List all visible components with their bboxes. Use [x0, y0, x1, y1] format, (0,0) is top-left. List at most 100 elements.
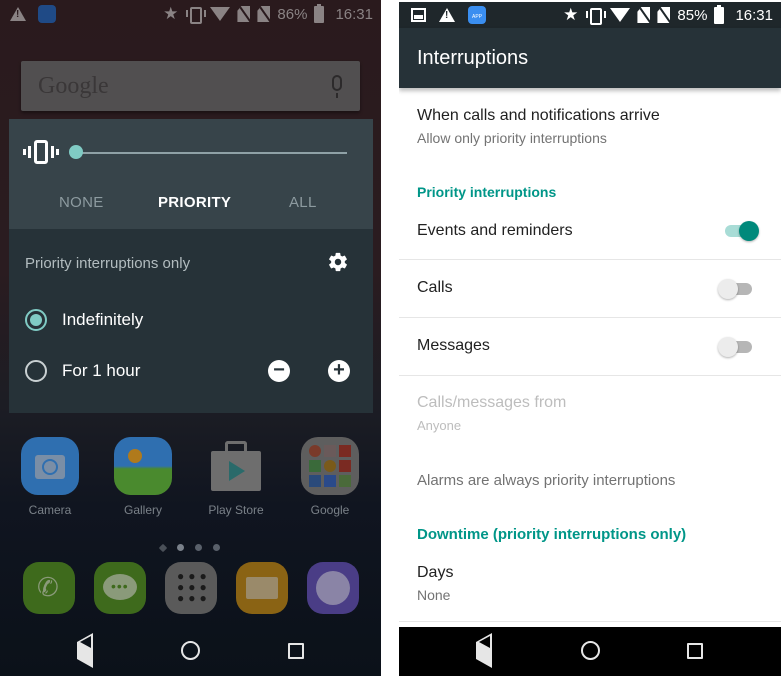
- browser-app-icon[interactable]: [307, 562, 359, 614]
- option-label: Indefinitely: [62, 310, 144, 329]
- vibrate-icon: [585, 7, 607, 25]
- app-label: Camera: [28, 503, 72, 517]
- page-title: Interruptions: [417, 47, 529, 69]
- messages-app-icon[interactable]: •••: [94, 562, 146, 614]
- pref-calls-messages-from: Calls/messages from Anyone: [399, 376, 781, 438]
- battery-percent: 85%: [677, 6, 708, 24]
- interruptions-panel: Priority interruptions only Indefinitely…: [9, 229, 373, 413]
- status-bar: APP ★ 85% 16:31: [399, 2, 781, 28]
- recents-button[interactable]: [687, 643, 703, 659]
- divider: [399, 621, 781, 622]
- page-dot[interactable]: [213, 544, 220, 551]
- app-drawer-icon[interactable]: ●●● ●●● ●●●: [165, 562, 217, 614]
- panel-title: Priority interruptions only: [25, 255, 191, 272]
- wifi-icon: [610, 8, 631, 22]
- page-dot-current[interactable]: [177, 544, 184, 551]
- right-phone-screen: APP ★ 85% 16:31 Interruptions When calls…: [399, 2, 781, 676]
- pref-messages[interactable]: Messages: [399, 318, 781, 375]
- google-logo: Google: [38, 72, 109, 99]
- vibrate-icon[interactable]: [23, 139, 59, 167]
- page-dot-home[interactable]: [158, 543, 168, 552]
- category-downtime: Downtime (priority interruptions only): [417, 526, 687, 543]
- app-label: Play Store: [208, 503, 264, 517]
- home-button[interactable]: [181, 641, 200, 660]
- clock: 16:31: [335, 5, 373, 23]
- app-play-store[interactable]: Play Store: [207, 437, 265, 517]
- battery-percent: 86%: [277, 5, 308, 23]
- volume-panel: NONE PRIORITY ALL: [9, 119, 373, 229]
- pref-title: Events and reminders: [417, 222, 573, 239]
- pref-calls[interactable]: Calls: [399, 260, 781, 317]
- mic-icon[interactable]: [332, 75, 342, 98]
- left-phone-screen: ★ 86% 16:31 Google NONE PRIORITY ALL Pri…: [0, 0, 381, 676]
- image-icon: [411, 8, 426, 22]
- recents-button[interactable]: [288, 643, 304, 659]
- app-google-folder[interactable]: Google: [301, 437, 359, 517]
- pref-title: When calls and notifications arrive: [417, 107, 660, 124]
- no-sim-icon: [237, 6, 251, 22]
- app-label: Gallery: [123, 503, 162, 517]
- app-bar: Interruptions: [399, 28, 781, 88]
- star-icon: ★: [563, 5, 579, 24]
- category-priority-interruptions: Priority interruptions: [417, 184, 557, 200]
- calls-toggle[interactable]: [718, 277, 754, 299]
- pref-title: Calls: [417, 279, 453, 296]
- page-indicator: [158, 543, 220, 552]
- pref-summary: Anyone: [417, 418, 462, 433]
- page-dot[interactable]: [195, 544, 202, 551]
- option-for-1-hour[interactable]: For 1 hour: [25, 360, 140, 382]
- phone-app-icon[interactable]: ✆: [23, 562, 75, 614]
- google-folder-icon: [301, 437, 359, 495]
- app-notification-icon: [38, 5, 56, 23]
- pref-summary: Allow only priority interruptions: [417, 130, 607, 146]
- gear-icon[interactable]: [327, 251, 349, 273]
- app-icon: APP: [468, 6, 486, 24]
- status-bar: ★ 86% 16:31: [0, 0, 381, 28]
- volume-slider-track[interactable]: [77, 152, 347, 154]
- vibrate-icon: [185, 6, 207, 24]
- no-sim-icon: [637, 7, 651, 23]
- decrease-duration-button[interactable]: −: [268, 360, 290, 382]
- pref-title: Days: [417, 564, 454, 581]
- option-label: For 1 hour: [62, 361, 141, 380]
- battery-icon: [714, 4, 725, 24]
- option-indefinitely[interactable]: Indefinitely: [25, 309, 143, 331]
- app-gallery[interactable]: Gallery: [114, 437, 172, 517]
- pref-days[interactable]: Days None: [399, 552, 781, 622]
- pref-title: Messages: [417, 337, 490, 354]
- radio-checked[interactable]: [25, 309, 47, 331]
- play-store-icon: [207, 437, 265, 495]
- back-button[interactable]: [77, 633, 93, 668]
- email-app-icon[interactable]: [236, 562, 288, 614]
- star-icon: ★: [163, 4, 179, 23]
- alarms-note: Alarms are always priority interruptions: [417, 472, 676, 489]
- warning-icon: [10, 7, 26, 21]
- pref-when-calls[interactable]: When calls and notifications arrive Allo…: [399, 92, 781, 162]
- app-label: Google: [310, 503, 350, 517]
- navigation-bar: [399, 627, 781, 676]
- back-button[interactable]: [476, 633, 492, 668]
- increase-duration-button[interactable]: +: [328, 360, 350, 382]
- pref-events-reminders[interactable]: Events and reminders: [399, 207, 781, 259]
- app-camera[interactable]: Camera: [21, 437, 79, 517]
- wifi-icon: [210, 7, 231, 21]
- camera-icon: [21, 437, 79, 495]
- navigation-bar: [0, 625, 381, 676]
- no-sim-icon: [657, 7, 671, 23]
- warning-icon: [439, 8, 455, 22]
- volume-slider-thumb[interactable]: [69, 145, 83, 159]
- pref-summary: None: [417, 587, 451, 603]
- messages-toggle[interactable]: [718, 335, 754, 357]
- clock: 16:31: [735, 6, 773, 24]
- mode-all-tab[interactable]: ALL: [289, 194, 317, 211]
- mode-priority-tab[interactable]: PRIORITY: [158, 194, 231, 211]
- battery-icon: [314, 3, 325, 23]
- events-toggle[interactable]: [723, 219, 759, 241]
- google-search-bar[interactable]: Google: [21, 61, 360, 111]
- pref-title: Calls/messages from: [417, 394, 567, 411]
- gallery-icon: [114, 437, 172, 495]
- no-sim-icon: [257, 6, 271, 22]
- mode-none-tab[interactable]: NONE: [59, 194, 104, 211]
- radio-unchecked[interactable]: [25, 360, 47, 382]
- home-button[interactable]: [581, 641, 600, 660]
